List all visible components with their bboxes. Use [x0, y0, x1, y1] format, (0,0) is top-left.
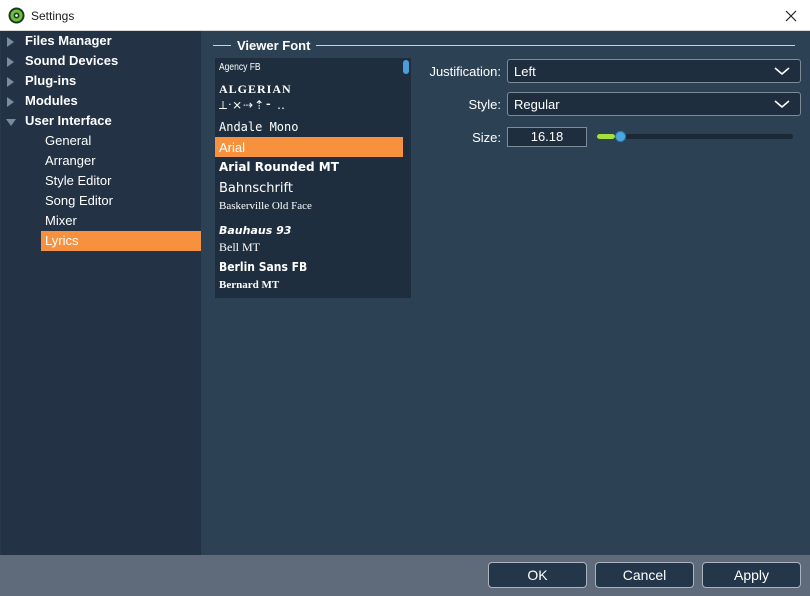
cancel-button[interactable]: Cancel	[595, 562, 694, 588]
justification-value: Left	[514, 64, 536, 79]
size-slider[interactable]	[597, 131, 793, 142]
tree-item-label: User Interface	[25, 113, 112, 128]
tree-item-lyrics[interactable]: Lyrics	[41, 231, 201, 251]
tree-item-label: Files Manager	[25, 33, 112, 48]
expand-arrow-icon[interactable]	[7, 77, 14, 87]
title-bar: Settings	[0, 0, 810, 31]
font-list-item[interactable]: Bell MT	[215, 237, 403, 257]
size-label: Size:	[472, 130, 501, 145]
font-list-item[interactable]: Berlin Sans FB	[215, 257, 403, 277]
tree-item-style-editor[interactable]: Style Editor	[41, 171, 201, 191]
font-list-item[interactable]: Bernard MT	[215, 276, 403, 296]
chevron-down-icon	[774, 100, 790, 109]
tree-item-label: Mixer	[45, 213, 77, 228]
tree-item-label: General	[45, 133, 92, 148]
font-name: Baskerville Old Face	[219, 200, 312, 212]
chevron-down-icon	[774, 67, 790, 76]
expand-arrow-icon[interactable]	[7, 97, 14, 107]
window-title: Settings	[31, 9, 75, 23]
style-label: Style:	[468, 97, 501, 112]
tree-item-modules[interactable]: Modules	[1, 91, 201, 111]
font-name: Berlin Sans FB	[219, 260, 308, 274]
font-name: Bell MT	[219, 240, 260, 254]
font-name: ALGERIAN	[219, 82, 292, 96]
expand-arrow-icon[interactable]	[7, 57, 14, 67]
font-list-item[interactable]: Bahnschrift	[215, 179, 403, 199]
font-list-scrollbar[interactable]	[403, 60, 409, 74]
font-name: Bernard MT	[219, 279, 280, 291]
font-name: ⟂ᐧ⨯⇢⇡⁃ ‥	[219, 98, 287, 112]
app-logo-icon	[8, 7, 25, 24]
tree-item-label: Modules	[25, 93, 78, 108]
font-list-item[interactable]: Arial Rounded MT	[215, 157, 403, 177]
settings-tree: Files Manager Sound Devices Plug-ins Mod…	[1, 31, 201, 555]
tree-item-plug-ins[interactable]: Plug-ins	[1, 71, 201, 91]
tree-item-label: Song Editor	[45, 193, 113, 208]
group-title: Viewer Font	[231, 38, 317, 54]
tree-item-label: Lyrics	[45, 233, 79, 248]
style-value: Regular	[514, 97, 560, 112]
font-list-item[interactable]: Andale Mono	[215, 117, 403, 137]
font-name: Bauhaus 93	[219, 224, 292, 237]
justification-label: Justification:	[429, 64, 501, 79]
tree-item-arranger[interactable]: Arranger	[41, 151, 201, 171]
font-name: Arial	[219, 140, 246, 155]
tree-item-general[interactable]: General	[41, 131, 201, 151]
font-list-item-selected[interactable]: Arial	[215, 137, 403, 157]
tree-item-label: Plug-ins	[25, 73, 77, 88]
tree-item-label: Arranger	[45, 153, 96, 168]
tree-item-label: Sound Devices	[25, 53, 119, 68]
font-list-item[interactable]: Baskerville Old Face	[215, 198, 403, 218]
font-name: Bahnschrift	[219, 181, 293, 196]
tree-item-user-interface[interactable]: User Interface	[1, 111, 201, 131]
font-list-item[interactable]: ⟂ᐧ⨯⇢⇡⁃ ‥	[215, 96, 403, 116]
font-name: Andale Mono	[219, 120, 299, 134]
font-list[interactable]: Agency FB ALGERIAN ⟂ᐧ⨯⇢⇡⁃ ‥ Andale Mono …	[215, 58, 411, 298]
collapse-arrow-icon[interactable]	[6, 119, 16, 126]
close-icon	[785, 10, 797, 21]
ok-button[interactable]: OK	[488, 562, 587, 588]
font-name: Arial Rounded MT	[219, 160, 339, 174]
tree-item-label: Style Editor	[45, 173, 112, 188]
viewer-font-panel: Viewer Font Agency FB ALGERIAN ⟂ᐧ⨯⇢⇡⁃ ‥ …	[201, 31, 810, 555]
size-slider-fill	[597, 134, 615, 139]
tree-item-mixer[interactable]: Mixer	[41, 211, 201, 231]
style-dropdown[interactable]: Regular	[507, 92, 801, 116]
close-button[interactable]	[772, 0, 810, 31]
font-name: Agency FB	[219, 62, 261, 73]
size-input[interactable]: 16.18	[507, 127, 587, 147]
apply-button[interactable]: Apply	[702, 562, 801, 588]
tree-item-files-manager[interactable]: Files Manager	[1, 31, 201, 51]
tree-item-sound-devices[interactable]: Sound Devices	[1, 51, 201, 71]
size-slider-handle[interactable]	[615, 131, 626, 142]
justification-dropdown[interactable]: Left	[507, 59, 801, 83]
dialog-footer: OK Cancel Apply	[0, 555, 810, 596]
font-list-item[interactable]: Agency FB	[215, 59, 403, 79]
expand-arrow-icon[interactable]	[7, 37, 14, 47]
tree-item-song-editor[interactable]: Song Editor	[41, 191, 201, 211]
